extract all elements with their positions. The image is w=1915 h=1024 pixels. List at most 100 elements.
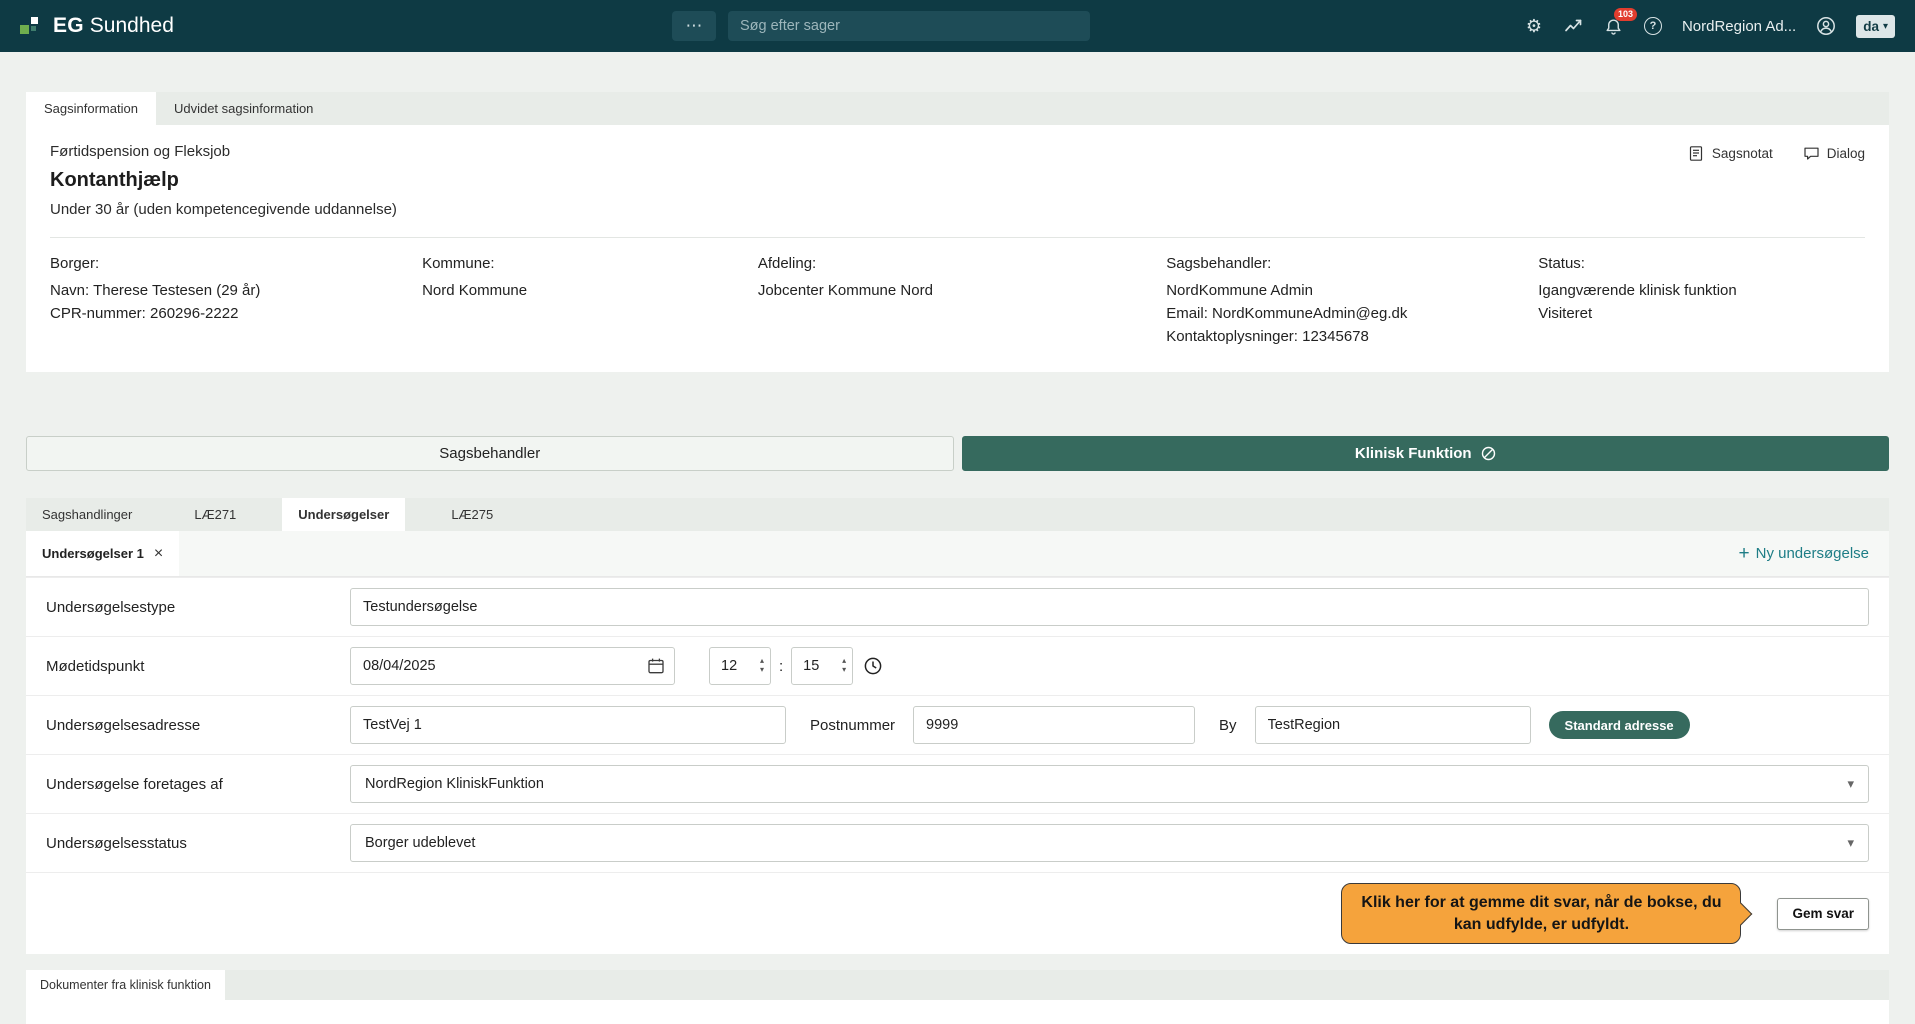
close-icon[interactable]: ×	[154, 545, 163, 563]
divider	[50, 237, 1865, 238]
chat-icon	[1803, 145, 1820, 162]
user-icon[interactable]	[1816, 16, 1836, 36]
date-input[interactable]	[350, 647, 675, 685]
tab-undersogelser[interactable]: Undersøgelser	[282, 498, 405, 531]
info-line: CPR-nummer: 260296-2222	[50, 302, 422, 325]
info-label: Status:	[1538, 255, 1865, 272]
undersogelsesstatus-label: Undersøgelsesstatus	[46, 835, 350, 852]
brand-text: EG Sundhed	[53, 14, 174, 38]
tab-lae271[interactable]: LÆ271	[178, 498, 252, 531]
info-line: NordKommune Admin	[1166, 279, 1538, 302]
more-button[interactable]: ⋯	[672, 11, 716, 41]
by-label: By	[1219, 717, 1237, 734]
info-label: Sagsbehandler:	[1166, 255, 1538, 272]
gem-svar-button[interactable]: Gem svar	[1777, 898, 1869, 930]
info-label: Borger:	[50, 255, 422, 272]
pulse-icon[interactable]	[1564, 16, 1584, 36]
chevron-down-icon: ▾	[1847, 776, 1854, 792]
info-line: Visiteret	[1538, 302, 1865, 325]
info-line: Igangværende klinisk funktion	[1538, 279, 1865, 302]
time-separator: :	[779, 658, 783, 675]
hour-value: 12	[721, 658, 737, 674]
plus-icon: +	[1739, 546, 1750, 561]
app-brand: EG Sundhed	[20, 14, 174, 38]
sub-tabstrip: Sagshandlinger LÆ271 Undersøgelser LÆ275	[26, 498, 1889, 531]
note-icon	[1688, 145, 1705, 162]
info-column-afdeling: Afdeling: Jobcenter Kommune Nord	[758, 255, 1166, 348]
info-column-status: Status: Igangværende klinisk funktion Vi…	[1538, 255, 1865, 348]
minute-spinner[interactable]: 15 ▴ ▾	[791, 647, 853, 685]
topbar-actions: ⚙ 103 ? NordRegion Ad... da ▾	[1524, 15, 1895, 38]
date-field	[350, 647, 675, 685]
standard-adresse-button[interactable]: Standard adresse	[1549, 711, 1690, 739]
foretages-af-value: NordRegion KliniskFunktion	[365, 776, 544, 792]
row-save: Klik her for at gemme dit svar, når de b…	[26, 872, 1889, 954]
postnummer-input[interactable]	[913, 706, 1195, 744]
topbar-search-area: ⋯	[672, 11, 1090, 41]
modetidspunkt-label: Mødetidspunkt	[46, 658, 350, 675]
hour-down-icon[interactable]: ▾	[760, 666, 764, 675]
dialog-button[interactable]: Dialog	[1803, 145, 1865, 162]
brand-bold: EG	[53, 14, 84, 37]
tab-dokumenter-fra-klinisk-funktion[interactable]: Dokumenter fra klinisk funktion	[26, 970, 225, 1000]
info-column-sagsbehandler: Sagsbehandler: NordKommune Admin Email: …	[1166, 255, 1538, 348]
info-line: Email: NordKommuneAdmin@eg.dk	[1166, 302, 1538, 325]
postnummer-label: Postnummer	[810, 717, 895, 734]
klinisk-funktion-button[interactable]: Klinisk Funktion	[962, 436, 1890, 471]
bell-icon[interactable]: 103	[1604, 16, 1624, 36]
row-undersogelsestype: Undersøgelsestype	[26, 577, 1889, 636]
undersogelser-panel: Undersøgelser 1 × + Ny undersøgelse Unde…	[26, 531, 1889, 954]
tab-udvidet-sagsinformation[interactable]: Udvidet sagsinformation	[156, 92, 331, 125]
hour-spinner[interactable]: 12 ▴ ▾	[709, 647, 771, 685]
tab-sagsinformation[interactable]: Sagsinformation	[26, 92, 156, 125]
info-column-borger: Borger: Navn: Therese Testesen (29 år) C…	[50, 255, 422, 348]
sagsnotat-button[interactable]: Sagsnotat	[1688, 145, 1773, 162]
undersogelse-item-tab[interactable]: Undersøgelser 1 ×	[26, 531, 179, 576]
dialog-label: Dialog	[1827, 146, 1865, 161]
new-undersogelse-link[interactable]: + Ny undersøgelse	[1739, 545, 1870, 562]
time-field: 12 ▴ ▾ : 15 ▴ ▾	[709, 647, 883, 685]
minute-value: 15	[803, 658, 819, 674]
clock-icon[interactable]	[863, 656, 883, 676]
klinisk-funktion-label: Klinisk Funktion	[1355, 445, 1472, 462]
undersogelse-item-label: Undersøgelser 1	[42, 546, 144, 561]
case-title: Kontanthjælp	[50, 169, 1865, 192]
info-line: Jobcenter Kommune Nord	[758, 279, 1166, 302]
new-undersogelse-label: Ny undersøgelse	[1756, 545, 1869, 562]
bottom-tabstrip: Dokumenter fra klinisk funktion	[26, 970, 1889, 1000]
undersogelsesstatus-select[interactable]: Borger udeblevet ▾	[350, 824, 1869, 862]
info-label: Afdeling:	[758, 255, 1166, 272]
minute-down-icon[interactable]: ▾	[842, 666, 846, 675]
info-line: Navn: Therese Testesen (29 år)	[50, 279, 422, 302]
case-category: Førtidspension og Fleksjob	[50, 143, 1865, 160]
calendar-icon[interactable]	[647, 657, 665, 675]
undersogelsestype-input[interactable]	[350, 588, 1869, 626]
foretages-af-select[interactable]: NordRegion KliniskFunktion ▾	[350, 765, 1869, 803]
search-input[interactable]	[728, 11, 1090, 41]
restricted-icon	[1481, 446, 1496, 461]
undersogelsesstatus-value: Borger udeblevet	[365, 835, 475, 851]
tab-lae275[interactable]: LÆ275	[435, 498, 509, 531]
row-undersogelsesadresse: Undersøgelsesadresse Postnummer By Stand…	[26, 695, 1889, 754]
case-card: Sagsnotat Dialog Førtidspension og Fleks…	[26, 125, 1889, 372]
user-name[interactable]: NordRegion Ad...	[1682, 18, 1796, 35]
tab-sagshandlinger[interactable]: Sagshandlinger	[26, 498, 148, 531]
undersogelsesadresse-label: Undersøgelsesadresse	[46, 717, 350, 734]
foretages-af-label: Undersøgelse foretages af	[46, 776, 350, 793]
dokumenter-panel	[26, 1000, 1889, 1024]
language-select[interactable]: da ▾	[1856, 15, 1895, 38]
role-button-row: Sagsbehandler Klinisk Funktion	[26, 436, 1889, 471]
minute-stepper: ▴ ▾	[842, 657, 846, 675]
street-input[interactable]	[350, 706, 786, 744]
help-icon[interactable]: ?	[1644, 17, 1662, 35]
sagsnotat-label: Sagsnotat	[1712, 146, 1773, 161]
hour-stepper: ▴ ▾	[760, 657, 764, 675]
callout-arrow-icon	[1730, 902, 1753, 925]
main-content: Sagsinformation Udvidet sagsinformation …	[0, 52, 1915, 1024]
sagsbehandler-button[interactable]: Sagsbehandler	[26, 436, 954, 471]
gear-icon[interactable]: ⚙	[1524, 16, 1544, 36]
callout-tooltip: Klik her for at gemme dit svar, når de b…	[1341, 883, 1741, 944]
case-card-actions: Sagsnotat Dialog	[1688, 145, 1865, 162]
callout-text: Klik her for at gemme dit svar, når de b…	[1361, 894, 1721, 933]
by-input[interactable]	[1255, 706, 1531, 744]
